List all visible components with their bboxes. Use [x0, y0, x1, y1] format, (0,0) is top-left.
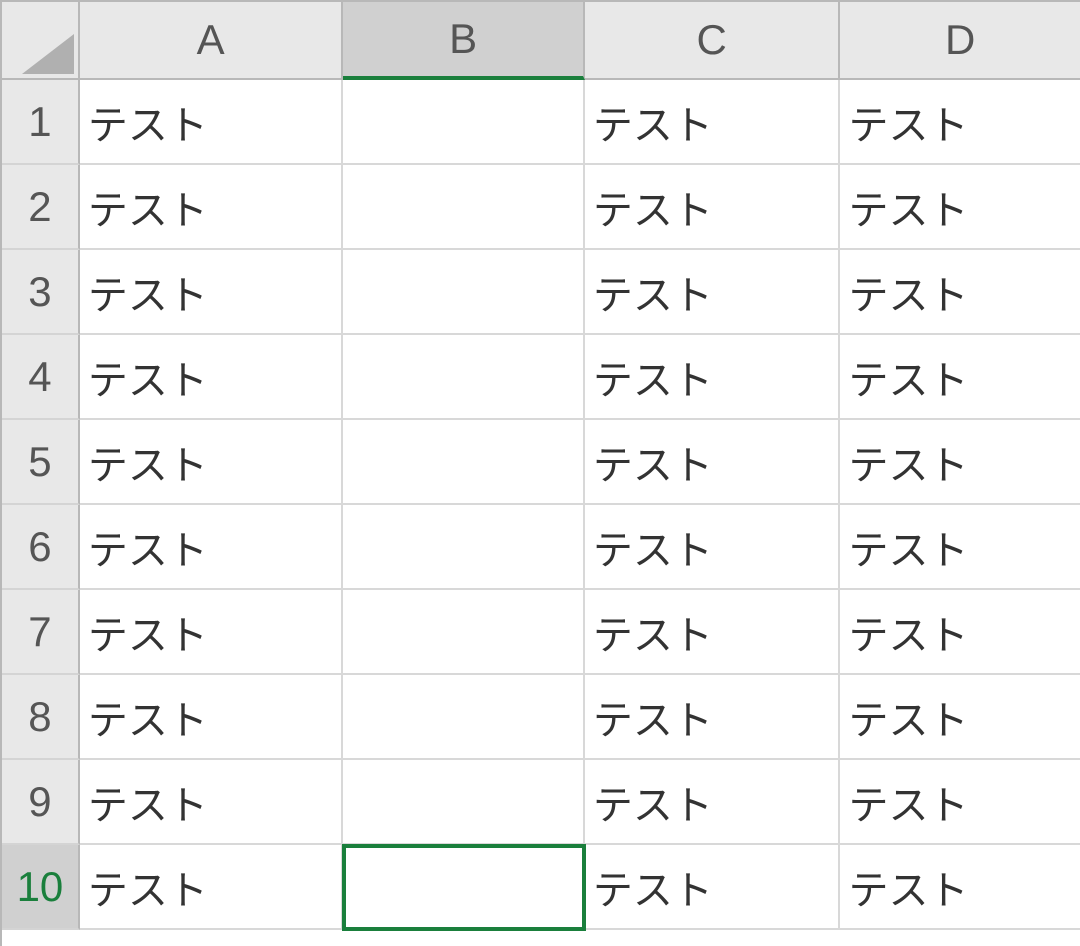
- cell-d9[interactable]: テスト: [840, 760, 1080, 845]
- cell-c7[interactable]: テスト: [585, 590, 841, 675]
- cell-a7[interactable]: テスト: [80, 590, 344, 675]
- cell-c2[interactable]: テスト: [585, 165, 841, 250]
- cell-c10[interactable]: テスト: [585, 845, 841, 930]
- select-all-corner[interactable]: [2, 2, 80, 80]
- table-row: 10 テスト テスト テスト: [2, 845, 1080, 930]
- table-row: 3 テスト テスト テスト: [2, 250, 1080, 335]
- table-row: 4 テスト テスト テスト: [2, 335, 1080, 420]
- cell-b7[interactable]: [343, 590, 585, 675]
- cell-d1[interactable]: テスト: [840, 80, 1080, 165]
- cell-a6[interactable]: テスト: [80, 505, 344, 590]
- spreadsheet: A B C D 1 テスト テスト テスト 2 テスト テスト テスト 3 テス…: [0, 0, 1080, 946]
- cell-b2[interactable]: [343, 165, 585, 250]
- cell-a2[interactable]: テスト: [80, 165, 344, 250]
- cell-b4[interactable]: [343, 335, 585, 420]
- cell-a3[interactable]: テスト: [80, 250, 344, 335]
- row-header-9[interactable]: 9: [2, 760, 80, 845]
- cell-a4[interactable]: テスト: [80, 335, 344, 420]
- cell-d2[interactable]: テスト: [840, 165, 1080, 250]
- cell-c3[interactable]: テスト: [585, 250, 841, 335]
- row-header-7[interactable]: 7: [2, 590, 80, 675]
- table-row: 1 テスト テスト テスト: [2, 80, 1080, 165]
- row-header-1[interactable]: 1: [2, 80, 80, 165]
- row-header-8[interactable]: 8: [2, 675, 80, 760]
- column-header-b[interactable]: B: [343, 2, 585, 80]
- table-row: 7 テスト テスト テスト: [2, 590, 1080, 675]
- cell-b10[interactable]: [343, 845, 585, 930]
- cell-a5[interactable]: テスト: [80, 420, 344, 505]
- column-header-row: A B C D: [2, 2, 1080, 80]
- table-row: 9 テスト テスト テスト: [2, 760, 1080, 845]
- cell-a10[interactable]: テスト: [80, 845, 344, 930]
- cell-c4[interactable]: テスト: [585, 335, 841, 420]
- cell-b3[interactable]: [343, 250, 585, 335]
- row-header-2[interactable]: 2: [2, 165, 80, 250]
- table-row: 8 テスト テスト テスト: [2, 675, 1080, 760]
- cell-b5[interactable]: [343, 420, 585, 505]
- row-header-6[interactable]: 6: [2, 505, 80, 590]
- cell-c9[interactable]: テスト: [585, 760, 841, 845]
- column-header-d[interactable]: D: [840, 2, 1080, 80]
- cell-c8[interactable]: テスト: [585, 675, 841, 760]
- table-row: 5 テスト テスト テスト: [2, 420, 1080, 505]
- cell-d6[interactable]: テスト: [840, 505, 1080, 590]
- cell-b6[interactable]: [343, 505, 585, 590]
- cell-a8[interactable]: テスト: [80, 675, 344, 760]
- cell-d3[interactable]: テスト: [840, 250, 1080, 335]
- cell-a9[interactable]: テスト: [80, 760, 344, 845]
- cell-a1[interactable]: テスト: [80, 80, 344, 165]
- cell-c1[interactable]: テスト: [585, 80, 841, 165]
- cell-d5[interactable]: テスト: [840, 420, 1080, 505]
- column-header-a[interactable]: A: [80, 2, 344, 80]
- cell-b8[interactable]: [343, 675, 585, 760]
- cell-d4[interactable]: テスト: [840, 335, 1080, 420]
- row-header-4[interactable]: 4: [2, 335, 80, 420]
- select-all-triangle-icon: [22, 34, 74, 74]
- cell-c5[interactable]: テスト: [585, 420, 841, 505]
- row-header-5[interactable]: 5: [2, 420, 80, 505]
- table-row: 2 テスト テスト テスト: [2, 165, 1080, 250]
- cell-b9[interactable]: [343, 760, 585, 845]
- row-header-10[interactable]: 10: [2, 845, 80, 930]
- cell-b1[interactable]: [343, 80, 585, 165]
- column-header-c[interactable]: C: [585, 2, 841, 80]
- cell-d10[interactable]: テスト: [840, 845, 1080, 930]
- table-row: 6 テスト テスト テスト: [2, 505, 1080, 590]
- cell-d8[interactable]: テスト: [840, 675, 1080, 760]
- cell-c6[interactable]: テスト: [585, 505, 841, 590]
- cell-d7[interactable]: テスト: [840, 590, 1080, 675]
- row-header-3[interactable]: 3: [2, 250, 80, 335]
